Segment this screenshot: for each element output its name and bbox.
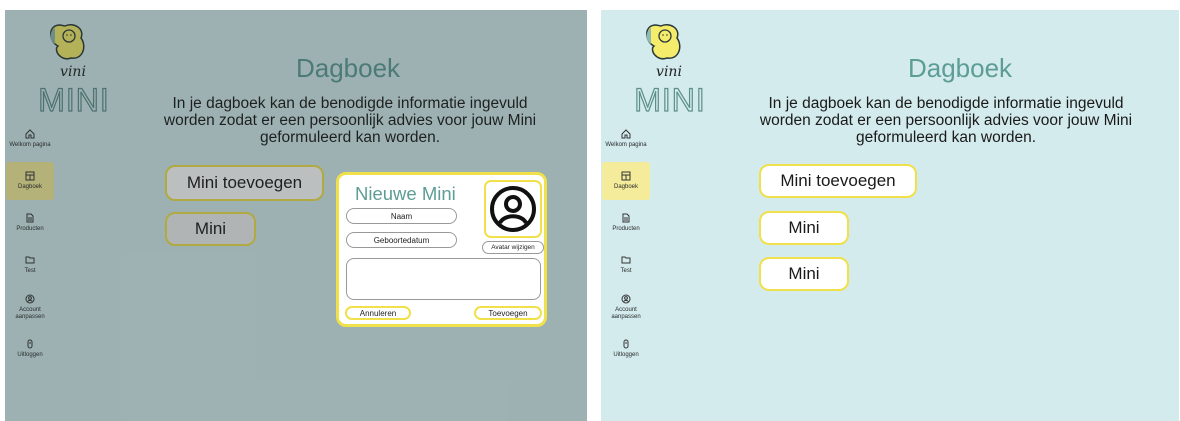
nav-item-producten[interactable]: Producten xyxy=(5,204,55,242)
nav-item-uitloggen[interactable]: Uitloggen xyxy=(5,330,55,368)
nav-item-producten[interactable]: Producten xyxy=(601,204,651,242)
page-intro: In je dagboek kan de benodigde informati… xyxy=(163,95,537,146)
nav-label: Account aanpassen xyxy=(15,306,45,320)
nav-label: Uitloggen xyxy=(17,352,43,358)
mini-item[interactable]: Mini xyxy=(165,212,256,246)
nav-label: Dagboek xyxy=(17,184,43,190)
page-title: Dagboek xyxy=(907,53,1013,83)
add-mini-button[interactable]: Mini toevoegen xyxy=(165,165,324,201)
birthdate-field[interactable]: Geboortedatum xyxy=(346,232,457,248)
journal-icon xyxy=(621,171,631,181)
nav-label: Test xyxy=(24,268,36,274)
screen-with-dialog: vini MINI Welkom pagina Dagboek Producte… xyxy=(5,10,587,421)
account-icon xyxy=(621,294,631,303)
nav-label: Producten xyxy=(612,226,640,232)
nav-item-account[interactable]: Account aanpassen xyxy=(5,288,55,326)
nav-item-dagboek[interactable]: Dagboek xyxy=(602,162,650,200)
nav-item-dagboek[interactable]: Dagboek xyxy=(6,162,54,200)
nav-label: Test xyxy=(620,268,632,274)
journal-icon xyxy=(25,171,35,181)
nav-label: Welkom pagina xyxy=(9,142,51,148)
change-avatar-button[interactable]: Avatar wijzigen xyxy=(482,241,544,254)
sidebar-nav: Welkom pagina Dagboek Producten Test Acc… xyxy=(601,120,651,372)
notes-textarea[interactable] xyxy=(346,258,541,300)
nav-label: Uitloggen xyxy=(613,352,639,358)
dialog-title: Nieuwe Mini xyxy=(355,183,456,204)
add-button[interactable]: Toevoegen xyxy=(474,306,542,320)
home-icon xyxy=(25,129,35,139)
svg-text:MINI: MINI xyxy=(38,82,110,115)
nav-item-test[interactable]: Test xyxy=(601,246,651,284)
add-mini-button[interactable]: Mini toevoegen xyxy=(759,164,917,198)
sidebar-nav: Welkom pagina Dagboek Producten Test Acc… xyxy=(5,120,55,372)
logout-icon xyxy=(27,339,33,349)
screen-diary-list: vini MINI Welkom pagina Dagboek Producte… xyxy=(601,10,1179,421)
page-intro: In je dagboek kan de benodigde informati… xyxy=(759,95,1133,146)
nav-item-uitloggen[interactable]: Uitloggen xyxy=(601,330,651,368)
cancel-button[interactable]: Annuleren xyxy=(345,306,411,320)
svg-text:MINI: MINI xyxy=(634,82,706,115)
nav-label: Dagboek xyxy=(613,184,639,190)
nav-item-welkom[interactable]: Welkom pagina xyxy=(5,120,55,158)
new-mini-dialog: Nieuwe Mini Naam Geboortedatum Avatar wi… xyxy=(336,172,547,327)
nav-item-welkom[interactable]: Welkom pagina xyxy=(601,120,651,158)
nav-label: Producten xyxy=(16,226,44,232)
user-avatar-icon xyxy=(490,186,536,232)
page-title: Dagboek xyxy=(295,53,401,83)
document-icon xyxy=(26,213,34,223)
folder-icon xyxy=(25,256,35,264)
account-icon xyxy=(25,294,35,303)
mini-item[interactable]: Mini xyxy=(759,211,849,245)
logout-icon xyxy=(623,339,629,349)
home-icon xyxy=(621,129,631,139)
nav-label: Account aanpassen xyxy=(611,306,641,320)
name-field[interactable]: Naam xyxy=(346,208,457,224)
nav-label: Welkom pagina xyxy=(605,142,647,148)
document-icon xyxy=(622,213,630,223)
avatar xyxy=(484,180,542,238)
nav-item-test[interactable]: Test xyxy=(5,246,55,284)
folder-icon xyxy=(621,256,631,264)
mini-item[interactable]: Mini xyxy=(759,257,849,291)
nav-item-account[interactable]: Account aanpassen xyxy=(601,288,651,326)
